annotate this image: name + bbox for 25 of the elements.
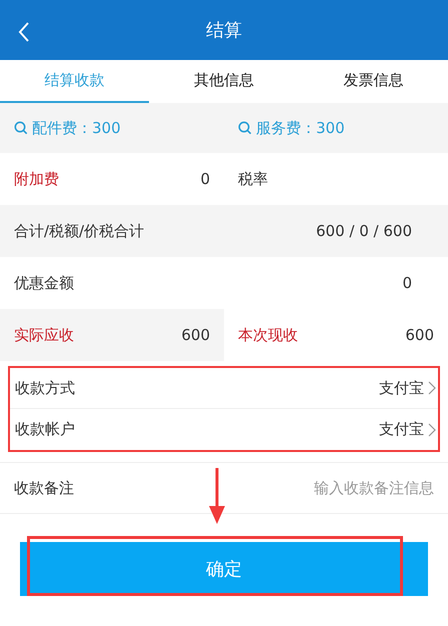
field-value: 0	[200, 168, 210, 190]
field-label: 收款备注	[14, 478, 74, 499]
payment-select[interactable]: 支付宝	[379, 418, 436, 441]
down-arrow-annotation	[208, 468, 226, 526]
field-label: 附加费	[14, 168, 59, 190]
field-value: 0	[402, 272, 413, 294]
search-icon	[14, 121, 28, 135]
payment-select[interactable]: 支付宝	[379, 376, 436, 400]
field-value: 600 / 0 / 600	[316, 220, 413, 242]
tab[interactable]: 其他信息	[149, 60, 299, 103]
field-label: 实际应收	[14, 324, 74, 346]
field-value: 600	[405, 324, 434, 346]
field-label: 收款帐户	[15, 419, 75, 440]
tab[interactable]: 发票信息	[298, 60, 448, 103]
search-icon	[238, 121, 252, 135]
field-label: 收款方式	[15, 378, 75, 399]
field-label: 合计/税额/价税合计	[14, 220, 144, 242]
field-label: 优惠金额	[14, 272, 74, 294]
field-label: 税率	[238, 168, 268, 190]
field-label: 本次现收	[238, 324, 298, 346]
chevron-right-icon	[428, 381, 436, 395]
note-input[interactable]: 输入收款备注信息	[254, 476, 434, 500]
field-value: 600	[181, 324, 210, 346]
chevron-right-icon	[428, 422, 436, 436]
page-title: 结算	[206, 18, 242, 42]
